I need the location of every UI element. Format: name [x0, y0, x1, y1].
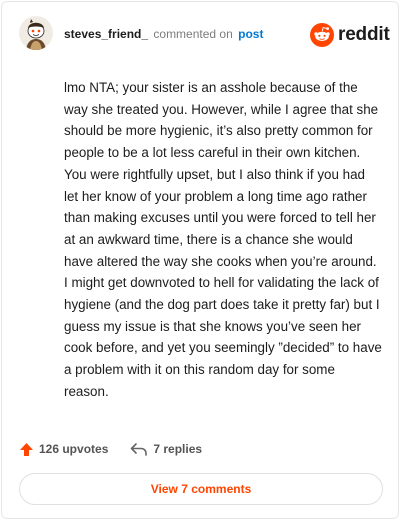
snoo-avatar-icon[interactable] [19, 16, 53, 50]
reddit-wordmark: reddit [338, 24, 390, 45]
commented-on-text: commented on [153, 27, 233, 41]
reply-arrow-icon [131, 442, 148, 456]
comment-meta: steves_friend_ commented on post [64, 27, 263, 41]
reddit-brand[interactable]: reddit [310, 22, 390, 48]
comment-header: steves_friend_ commented on post reddit [2, 2, 398, 66]
view-comments-button[interactable]: View 7 comments [19, 473, 383, 505]
comment-actions: 126 upvotes 7 replies [19, 439, 202, 459]
username-link[interactable]: steves_friend_ [64, 27, 148, 41]
reply-count: 7 replies [153, 442, 203, 456]
upvote-button[interactable]: 126 upvotes [19, 442, 108, 457]
post-link[interactable]: post [238, 27, 263, 41]
comment-body: lmo NTA; your sister is an asshole becau… [64, 80, 382, 399]
upvote-arrow-icon [20, 442, 33, 456]
reddit-logo-icon [310, 23, 334, 47]
upvote-count: 126 upvotes [39, 442, 109, 456]
replies-button[interactable]: 7 replies [130, 442, 202, 457]
comment-card: steves_friend_ commented on post reddit [1, 1, 399, 519]
